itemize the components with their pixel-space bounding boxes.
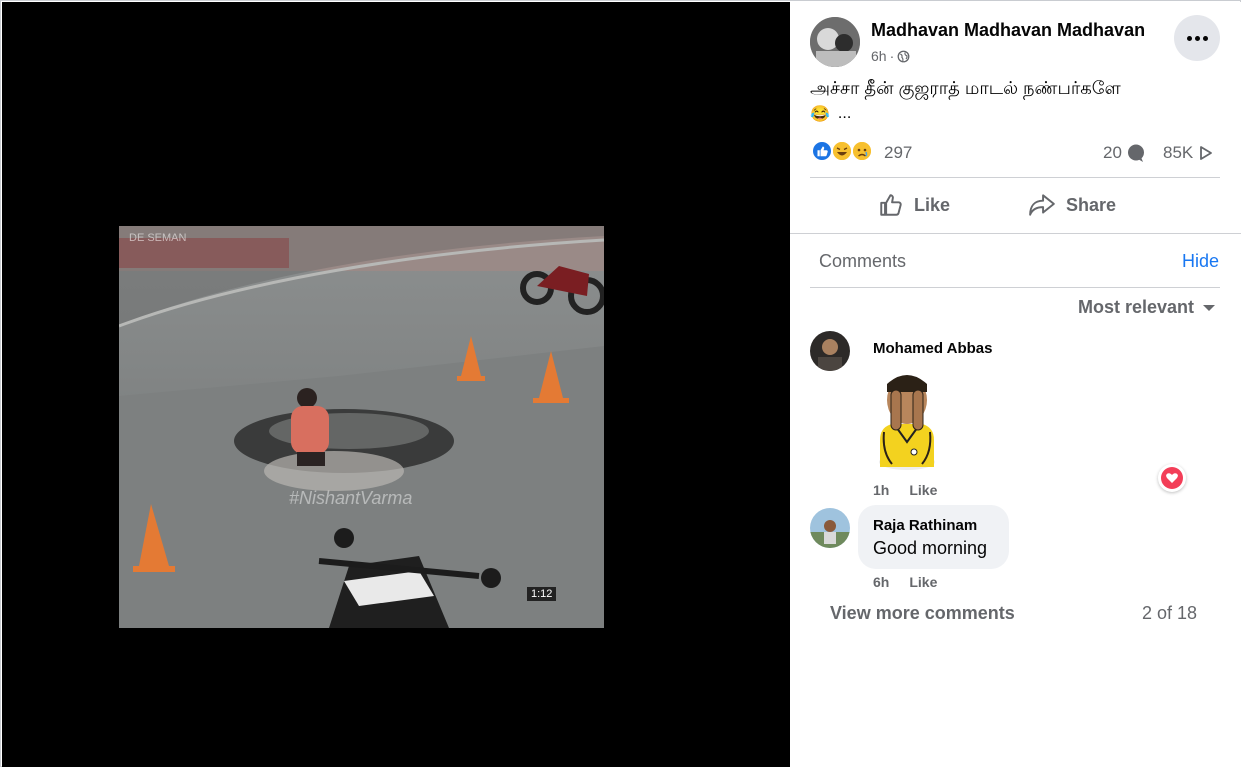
comments-tab[interactable]: Comments (819, 251, 906, 272)
author-name[interactable]: Madhavan Madhavan Madhavan (871, 20, 1145, 41)
avatar-image (810, 508, 850, 548)
thumbs-up-glyph (817, 146, 828, 157)
comment-author[interactable]: Raja Rathinam (873, 517, 977, 534)
comment-like-link[interactable]: Like (909, 482, 937, 498)
commenter-avatar[interactable] (810, 508, 850, 548)
facepalm-sticker-icon (879, 375, 935, 470)
heart-icon (1161, 467, 1183, 489)
share-button[interactable]: Share (1028, 192, 1116, 218)
chevron-down-icon (1203, 304, 1216, 311)
post-viewer: #NishantVarma DE SEMAN 1:12 Madhavan Mad… (0, 0, 1241, 767)
comment-text: Good morning (873, 538, 988, 558)
sort-label: Most relevant (1078, 297, 1195, 317)
comment-time[interactable]: 1h (873, 482, 889, 498)
view-more-comments-link[interactable]: View more comments (830, 603, 1015, 624)
video-top-caption: DE SEMAN (129, 232, 187, 244)
see-more-link[interactable]: ... (838, 105, 851, 123)
video-watermark: #NishantVarma (289, 488, 413, 508)
share-button-label: Share (1066, 194, 1117, 215)
avatar-image (810, 17, 860, 67)
post-text: அச்சா தீன் குஜராத் மாடல் நண்பர்களே (810, 78, 1121, 98)
video-corner-badge: 1:12 (527, 587, 557, 601)
post-time[interactable]: 6h (871, 48, 887, 64)
share-count: 85K (1163, 143, 1194, 162)
more-options-icon (1185, 35, 1209, 41)
avatar-image (810, 331, 850, 371)
share-count-group[interactable]: 85K (1163, 143, 1213, 163)
more-options-button[interactable] (1174, 15, 1220, 61)
video-frame (119, 226, 604, 628)
haha-reaction-icon[interactable] (831, 140, 853, 162)
comment-time[interactable]: 6h (873, 574, 889, 590)
laughing-emoji: 😂 (810, 106, 830, 123)
comment-meta: 1h Like (873, 482, 937, 498)
comment-meta: 6h Like (873, 574, 937, 590)
like-button-label: Like (914, 194, 951, 215)
like-reaction-icon[interactable] (811, 140, 833, 162)
comment-count: 20 (1103, 143, 1122, 162)
post-side-panel: Madhavan Madhavan Madhavan 6h · அச்சா தீ… (790, 2, 1241, 767)
comment-sticker[interactable] (872, 372, 942, 477)
thumbs-up-icon (880, 194, 902, 216)
globe-icon[interactable] (897, 50, 910, 63)
sad-reaction-icon[interactable] (851, 140, 873, 162)
sort-dropdown[interactable]: Most relevant (1078, 297, 1216, 318)
comment-count-group[interactable]: 20 (1103, 143, 1146, 163)
post-meta: 6h · (871, 48, 910, 64)
comment-bubble-icon (1127, 144, 1144, 162)
sad-face-glyph (853, 142, 871, 160)
share-arrow-icon (1200, 146, 1213, 160)
comments-header-divider (810, 287, 1220, 288)
love-reaction-badge[interactable] (1158, 464, 1186, 492)
haha-face-glyph (833, 142, 851, 160)
reaction-count[interactable]: 297 (884, 143, 912, 163)
like-button[interactable]: Like (878, 192, 950, 218)
comment-author[interactable]: Mohamed Abbas (873, 340, 992, 357)
meta-separator: · (889, 48, 895, 64)
post-text-line2: 😂 ... (810, 104, 851, 124)
author-avatar[interactable] (810, 17, 860, 67)
hide-comments-link[interactable]: Hide (1182, 251, 1219, 272)
video-player[interactable]: #NishantVarma DE SEMAN 1:12 (119, 226, 604, 628)
actions-divider (790, 233, 1241, 234)
commenter-avatar[interactable] (810, 331, 850, 371)
reactions-divider (810, 177, 1220, 178)
comments-pager: 2 of 18 (1142, 603, 1198, 623)
media-viewer: #NishantVarma DE SEMAN 1:12 (2, 2, 790, 767)
share-icon (1029, 194, 1055, 216)
comment-bubble (858, 505, 1009, 569)
comment-like-link[interactable]: Like (909, 574, 937, 590)
